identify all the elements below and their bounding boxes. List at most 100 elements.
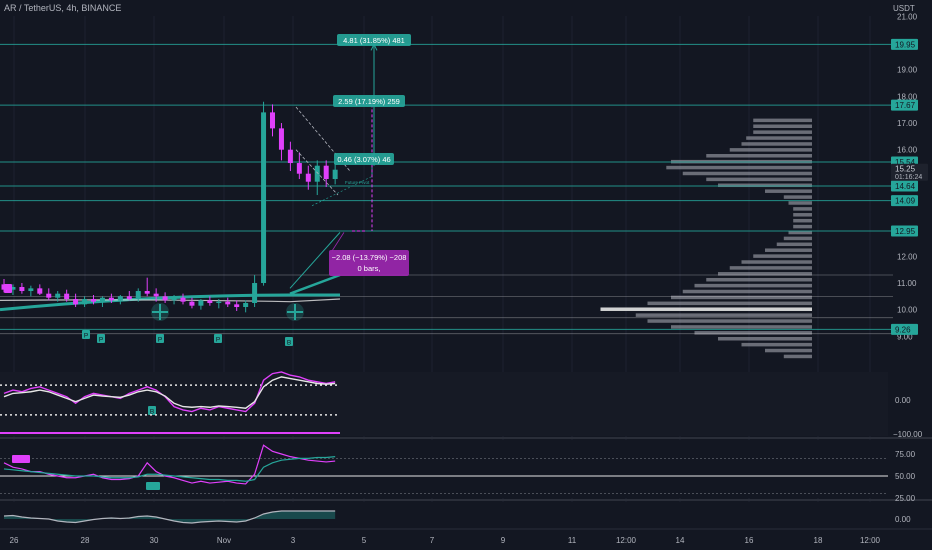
price-level-tag-label: 19.95 xyxy=(895,40,916,49)
time-tick-label: Nov xyxy=(217,536,231,545)
volume-profile-row xyxy=(753,118,812,123)
candle-body xyxy=(314,165,320,182)
volume-profile-row xyxy=(682,171,812,176)
price-tick-label: 21.00 xyxy=(897,12,918,21)
measure-box-text: −2.08 (−13.79%) −208 xyxy=(332,253,407,262)
price-level-tag-label: 9.26 xyxy=(895,325,911,334)
volume-profile-row xyxy=(793,218,812,223)
candle-body xyxy=(287,149,293,164)
time-tick-label: 30 xyxy=(150,536,159,545)
current-price-label: 15.25 xyxy=(895,165,916,174)
candle-body xyxy=(144,291,150,294)
measure-box-text: 0.46 (3.07%) 46 xyxy=(337,155,390,164)
signal-marker-sell xyxy=(4,284,12,293)
candle-body xyxy=(64,293,70,300)
candle-body xyxy=(216,301,222,304)
candle-body xyxy=(225,301,231,305)
volume-profile-row xyxy=(783,236,812,241)
volume-profile-row xyxy=(753,130,812,134)
candle-body xyxy=(73,299,79,305)
price-tick-label: 11.00 xyxy=(897,279,917,288)
rsi-marker xyxy=(146,482,160,490)
time-tick-label: 11 xyxy=(568,536,577,545)
candle-body xyxy=(278,128,284,150)
rsi-tick-label: 50.00 xyxy=(895,472,916,481)
price-level-tag-label: 12.95 xyxy=(895,227,916,236)
time-tick-label: 28 xyxy=(81,536,90,545)
volume-profile-row xyxy=(765,248,812,252)
candle-body xyxy=(82,299,88,305)
volume-profile-row xyxy=(635,313,812,317)
volume-profile-row xyxy=(706,177,812,182)
time-tick-label: 12:00 xyxy=(616,536,637,545)
candle-body xyxy=(243,303,249,308)
candle-body xyxy=(332,169,338,180)
future-pivot-label: Future Pivot xyxy=(345,180,370,185)
candle-body xyxy=(171,297,177,301)
volume-profile-row xyxy=(647,301,812,306)
candle-body xyxy=(126,296,132,300)
time-tick-label: 26 xyxy=(10,536,19,545)
rsi-marker xyxy=(12,455,30,463)
candle-body xyxy=(198,300,204,306)
candle-body xyxy=(189,301,195,306)
oscillator-panel-bg xyxy=(0,372,888,436)
candle-body xyxy=(108,297,114,301)
time-tick-label: 9 xyxy=(501,536,506,545)
volume-profile-row xyxy=(765,348,812,353)
rsi-tick-label: 75.00 xyxy=(895,450,916,459)
signal-marker-label: P xyxy=(99,337,103,344)
rsi-panel-bg xyxy=(0,440,888,498)
volume-profile-row xyxy=(741,142,812,146)
price-tick-label: 17.00 xyxy=(897,119,918,128)
price-level-tag-label: 14.09 xyxy=(895,197,916,206)
candle-body xyxy=(135,291,141,300)
candle-body xyxy=(55,293,61,298)
volume-profile-row xyxy=(600,307,812,311)
candle-body xyxy=(117,296,123,301)
volume-profile-row xyxy=(783,354,812,359)
volume-profile-row xyxy=(706,154,812,158)
candle-body xyxy=(207,300,213,304)
time-tick-label: 16 xyxy=(745,536,754,545)
candle-body xyxy=(305,173,311,182)
measure-box-text: 4.81 (31.85%) 481 xyxy=(343,36,405,45)
candle-body xyxy=(234,304,240,308)
osc-tick-label: −100.00 xyxy=(893,430,923,439)
time-tick-label: 18 xyxy=(814,536,823,545)
volume-profile-row xyxy=(793,213,812,217)
bottom-tick-label: 0.00 xyxy=(895,515,911,524)
countdown-label: 01:16:24 xyxy=(895,174,922,181)
time-tick-label: 14 xyxy=(676,536,685,545)
signal-marker-label: P xyxy=(158,337,162,344)
time-tick-label: 12:00 xyxy=(860,536,881,545)
candle-body xyxy=(323,165,329,180)
price-level-tag-label: 17.67 xyxy=(895,101,916,110)
volume-profile-row xyxy=(741,260,812,264)
volume-profile-row xyxy=(783,195,812,199)
currency-label: USDT xyxy=(893,4,915,13)
candle-body xyxy=(19,287,25,292)
chart-stage[interactable]: Future Pivot 4.81 (31.85%) 481 2.59 (17.19… xyxy=(0,0,932,550)
volume-profile-row xyxy=(671,325,812,329)
volume-profile-row xyxy=(718,183,812,188)
volume-profile-row xyxy=(776,242,812,247)
volume-profile-row xyxy=(765,189,812,193)
signal-marker-label: B xyxy=(287,340,291,347)
volume-profile-row xyxy=(753,254,812,258)
time-tick-label: 3 xyxy=(291,536,296,545)
candle-body xyxy=(91,299,96,302)
measure-box-subtext: 0 bars, xyxy=(358,264,381,273)
candle-body xyxy=(28,288,34,292)
volume-profile-row xyxy=(753,124,812,129)
bottom-panel-bg xyxy=(0,502,888,528)
symbol-title[interactable]: AR / TetherUS, 4h, BINANCE xyxy=(4,3,121,13)
volume-profile-row xyxy=(729,148,812,152)
candle-body xyxy=(261,112,267,284)
signal-marker-label: P xyxy=(216,337,220,344)
volume-profile-row xyxy=(682,289,812,294)
candle-body xyxy=(162,296,168,301)
volume-profile-row xyxy=(788,201,812,205)
measure-box-text: 2.59 (17.19%) 259 xyxy=(338,97,400,106)
signal-marker-label: P xyxy=(84,333,88,340)
